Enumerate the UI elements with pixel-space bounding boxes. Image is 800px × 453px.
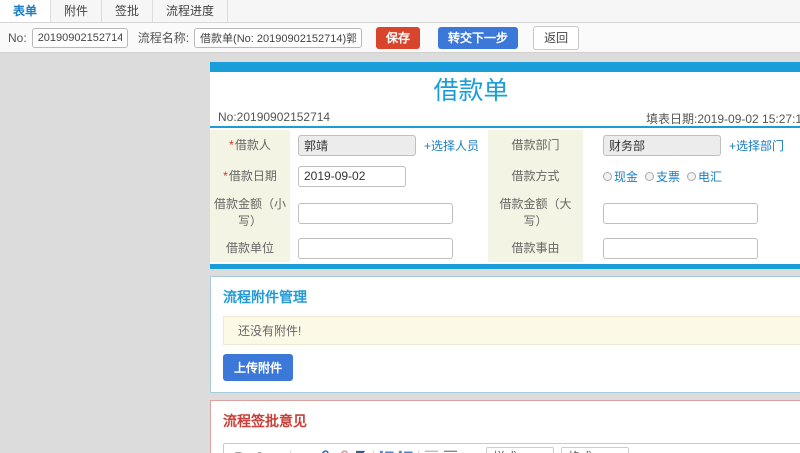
method-option-cash[interactable]: 现金 — [603, 168, 638, 185]
loan-unit-label: 借款单位 — [210, 234, 290, 262]
required-mark: * — [223, 168, 228, 183]
strikethrough-icon[interactable]: abc — [268, 447, 287, 453]
upload-attachment-button[interactable]: 上传附件 — [223, 354, 294, 381]
loan-method-label: 借款方式 — [488, 160, 583, 192]
tab-bar: 表单 附件 签批 流程进度 — [0, 0, 800, 23]
amount-small-label: 借款金额（小写） — [210, 192, 290, 234]
process-name-input[interactable] — [194, 27, 363, 48]
department-input[interactable] — [603, 134, 721, 156]
form-header-bar — [210, 62, 800, 72]
amount-small-input[interactable] — [298, 202, 453, 224]
loan-unit-row: 借款单位 — [210, 234, 488, 262]
form-title: 借款单 — [433, 77, 509, 105]
editor-toolbar: B I abc — [224, 444, 800, 453]
form-footer-bar — [210, 264, 800, 269]
form-no-text: No:20190902152714 — [218, 110, 331, 124]
rich-text-editor: B I abc — [223, 443, 800, 453]
process-name-label: 流程名称: — [137, 31, 190, 45]
loan-date-input[interactable] — [298, 165, 406, 187]
loan-date-row: *借款日期 — [210, 160, 488, 192]
toolbar-separator — [290, 449, 291, 453]
amount-big-label: 借款金额（大写） — [488, 192, 583, 234]
attachments-heading: 流程附件管理 — [223, 289, 307, 305]
back-button[interactable]: 返回 — [533, 25, 580, 50]
no-attachments-alert: 还没有附件! — [223, 316, 800, 345]
tab-form[interactable]: 表单 — [0, 0, 52, 22]
format-dropdown[interactable]: 格式 — [561, 447, 629, 453]
approval-panel: 流程签批意见 B I abc — [210, 400, 800, 453]
form-meta-row: No:20190902152714 填表日期:2019-09-02 15:27:… — [210, 108, 800, 126]
radio-icon[interactable] — [645, 171, 655, 181]
approval-heading: 流程签批意见 — [223, 413, 307, 429]
method-option-check[interactable]: 支票 — [645, 168, 680, 185]
no-input[interactable] — [31, 27, 128, 48]
department-label: 借款部门 — [488, 130, 583, 160]
department-row: 借款部门 +选择部门 — [488, 130, 800, 160]
italic-icon[interactable]: I — [249, 447, 268, 453]
attachments-panel: 流程附件管理 还没有附件! 上传附件 — [210, 276, 800, 393]
ordered-list-icon[interactable] — [377, 447, 396, 453]
unlink-icon[interactable] — [332, 447, 351, 453]
no-label: No: — [8, 30, 27, 45]
loan-method-row: 借款方式 现金 支票 电汇 — [488, 160, 800, 192]
loan-reason-label: 借款事由 — [488, 234, 583, 262]
form-grid: *借款人 +选择人员 *借款日期 — [210, 128, 800, 262]
select-department-link[interactable]: +选择部门 — [729, 137, 784, 154]
tab-attachment[interactable]: 附件 — [51, 0, 103, 22]
loan-unit-input[interactable] — [298, 237, 453, 259]
tab-progress[interactable]: 流程进度 — [153, 0, 229, 22]
amount-big-input[interactable] — [603, 202, 758, 224]
outdent-icon[interactable] — [422, 447, 441, 453]
amount-big-row: 借款金额（大写） — [488, 192, 800, 234]
toolbar-separator — [373, 449, 374, 453]
indent-icon[interactable] — [441, 447, 460, 453]
unordered-list-icon[interactable] — [396, 447, 415, 453]
styles-dropdown[interactable]: 样式 — [486, 447, 554, 453]
tab-approval[interactable]: 签批 — [102, 0, 154, 22]
blockquote-icon[interactable]: ” — [460, 447, 479, 453]
loan-reason-input[interactable] — [603, 237, 758, 259]
link-icon[interactable] — [313, 447, 332, 453]
main-area: 借款单 No:20190902152714 填表日期:2019-09-02 15… — [0, 53, 800, 453]
amount-small-row: 借款金额（小写） — [210, 192, 488, 234]
select-person-link[interactable]: +选择人员 — [424, 137, 479, 154]
radio-icon[interactable] — [687, 171, 697, 181]
borrower-row: *借款人 +选择人员 — [210, 130, 488, 160]
loan-form-panel: 借款单 No:20190902152714 填表日期:2019-09-02 15… — [210, 62, 800, 269]
command-bar: No: 流程名称: 保存 转交下一步 返回 — [0, 23, 800, 53]
borrower-input[interactable] — [298, 134, 416, 156]
bold-icon[interactable]: B — [230, 447, 249, 453]
borrower-label: *借款人 — [210, 130, 290, 160]
toolbar-separator — [418, 449, 419, 453]
radio-icon[interactable] — [603, 171, 612, 181]
required-mark: * — [229, 137, 234, 152]
save-button[interactable]: 保存 — [376, 26, 421, 49]
remove-format-icon[interactable] — [294, 447, 313, 453]
anchor-flag-icon[interactable] — [351, 447, 370, 453]
loan-date-label: *借款日期 — [210, 160, 290, 192]
loan-reason-row: 借款事由 — [488, 234, 800, 262]
method-option-wire[interactable]: 电汇 — [687, 168, 722, 185]
form-date-text: 填表日期:2019-09-02 15:27:1 — [646, 112, 800, 126]
forward-next-step-button[interactable]: 转交下一步 — [438, 26, 519, 49]
